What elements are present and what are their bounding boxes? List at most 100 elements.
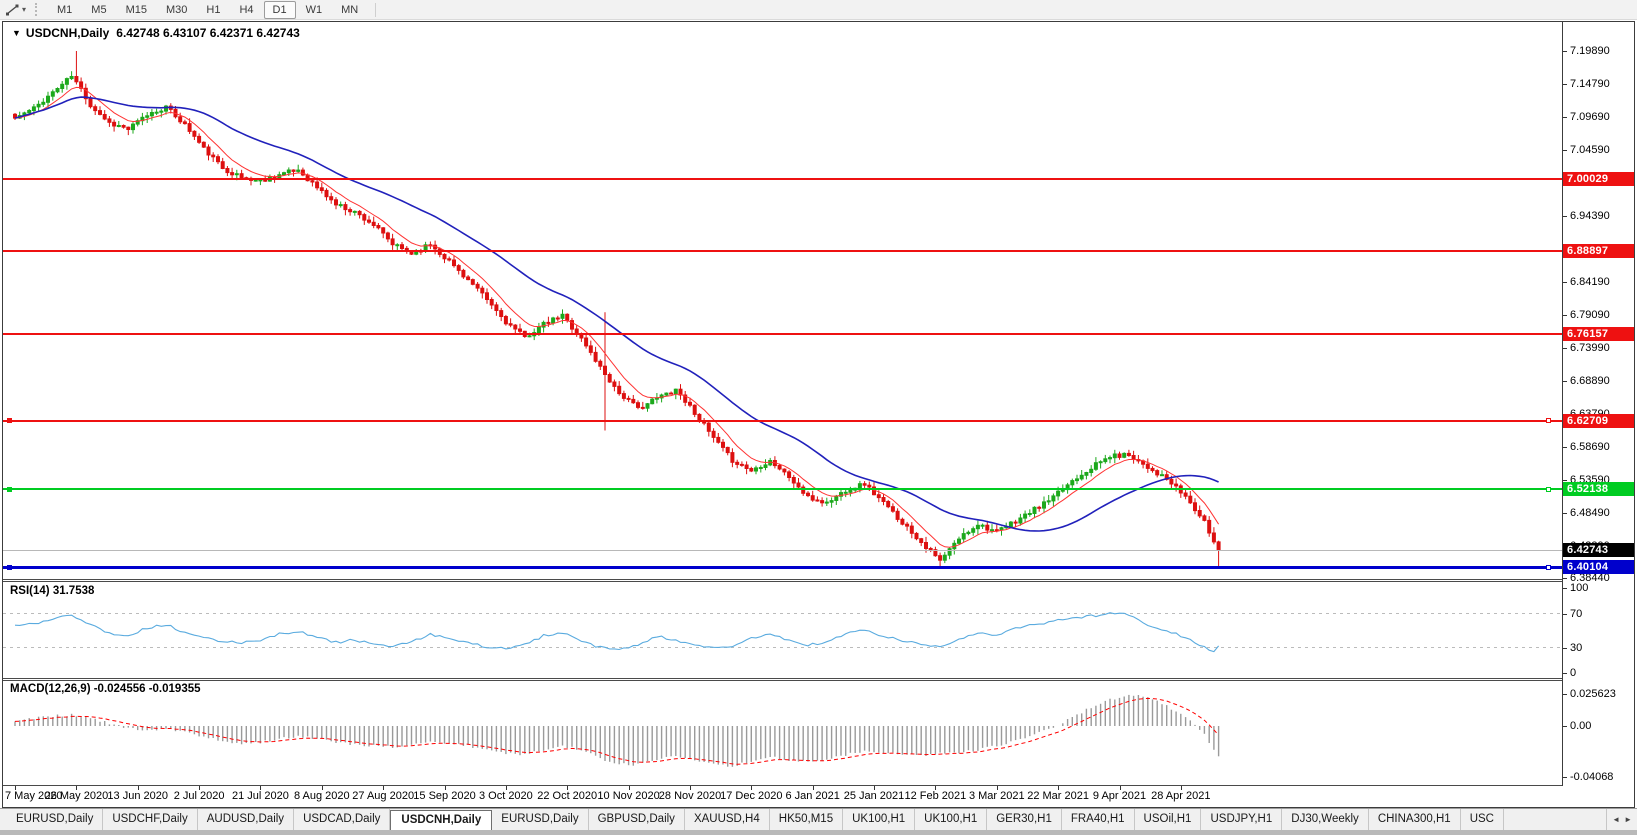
chart-tab-hk50-m15[interactable]: HK50,M15 [770,809,843,830]
price-tick-label: 6.79090 [1570,309,1610,321]
timeframe-button-h4[interactable]: H4 [230,1,262,19]
price-tick-label: 6.94390 [1570,210,1610,222]
hline-6.88897[interactable] [3,250,1562,252]
price-tick [1563,51,1567,52]
pane-separator[interactable] [3,678,1562,679]
price-tick [1563,480,1567,481]
hline-6.62709[interactable] [3,420,1562,422]
chart-tab-gbpusd-daily[interactable]: GBPUSD,Daily [589,809,685,830]
tab-scroll-left-icon[interactable]: ◄ [1612,815,1620,824]
timeframe-button-m30[interactable]: M30 [157,1,196,19]
date-label: 21 Jul 2020 [232,790,289,802]
price-label-6.62709: 6.62709 [1563,414,1634,428]
date-label: 3 Mar 2021 [969,790,1025,802]
hline-left-handle-6.52138[interactable] [7,487,12,492]
rsi-tick [1563,614,1567,615]
price-label-7.00029: 7.00029 [1563,172,1634,186]
price-tick-label: 6.58690 [1570,441,1610,453]
chart-title: ▼USDCNH,Daily6.42748 6.43107 6.42371 6.4… [12,26,300,40]
hline-left-handle-6.40104[interactable] [7,565,12,570]
chart-tab-audusd-daily[interactable]: AUDUSD,Daily [198,809,294,830]
hline-6.76157[interactable] [3,333,1562,335]
timeframe-button-m5[interactable]: M5 [82,1,115,19]
chart-tab-china300-h1[interactable]: CHINA300,H1 [1369,809,1461,830]
chart-tab-eurusd-daily[interactable]: EURUSD,Daily [492,809,588,830]
date-label: 17 Dec 2020 [720,790,782,802]
date-axis-separator [3,785,1562,786]
price-tick [1563,216,1567,217]
rsi-tick-label: 70 [1570,608,1582,620]
chart-tab-dj30-weekly[interactable]: DJ30,Weekly [1282,809,1369,830]
macd-tick [1563,726,1567,727]
date-label: 12 Feb 2021 [905,790,967,802]
pane-separator[interactable] [3,579,1562,580]
timeframe-button-w1[interactable]: W1 [297,1,332,19]
date-label: 2 Jul 2020 [174,790,225,802]
tab-scroll-arrows: ◄ ► [1606,809,1637,830]
tab-scroll-right-icon[interactable]: ► [1624,815,1632,824]
timeframe-button-d1[interactable]: D1 [264,1,296,19]
chart-ohlc-values: 6.42748 6.43107 6.42371 6.42743 [116,26,300,40]
hline-right-handle-6.62709[interactable] [1546,418,1551,423]
trendline-icon-glyph [5,3,20,17]
toolbar: ▾ M1M5M15M30H1H4D1W1MN [0,0,1637,20]
timeframe-button-h1[interactable]: H1 [197,1,229,19]
timeframe-button-m1[interactable]: M1 [48,1,81,19]
date-label: 6 Jan 2021 [785,790,839,802]
chart-tab-xauusd-h4[interactable]: XAUUSD,H4 [685,809,770,830]
chart-tab-usdcad-daily[interactable]: USDCAD,Daily [294,809,390,830]
hline-right-handle-6.52138[interactable] [1546,487,1551,492]
date-label: 26 May 2020 [45,790,109,802]
date-label: 22 Mar 2021 [1027,790,1089,802]
price-tick-label: 7.09690 [1570,111,1610,123]
hline-6.52138[interactable] [3,488,1562,490]
toolbar-grip[interactable] [35,3,40,16]
current-price-line [3,550,1562,551]
chart-tab-eurusd-daily[interactable]: EURUSD,Daily [7,809,103,830]
date-label: 13 Jun 2020 [107,790,168,802]
chart-tab-usdjpy-h1[interactable]: USDJPY,H1 [1201,809,1282,830]
price-tick [1563,84,1567,85]
price-label-6.88897: 6.88897 [1563,244,1634,258]
macd-label: MACD(12,26,9) -0.024556 -0.019355 [10,683,201,695]
chart-tab-usdcnh-daily[interactable]: USDCNH,Daily [390,810,492,830]
price-label-6.40104: 6.40104 [1563,560,1634,574]
chart-tab-uk100-h1[interactable]: UK100,H1 [915,809,987,830]
timeframe-button-m15[interactable]: M15 [117,1,156,19]
chart-tab-usdchf-daily[interactable]: USDCHF,Daily [103,809,197,830]
price-tick [1563,381,1567,382]
price-tick [1563,315,1567,316]
chart-tab-uk100-h1[interactable]: UK100,H1 [843,809,915,830]
price-tick-label: 7.14790 [1570,78,1610,90]
timeframe-group: M1M5M15M30H1H4D1W1MN [48,1,367,19]
hline-left-handle-6.62709[interactable] [7,418,12,423]
rsi-tick-label: 0 [1570,667,1576,679]
chart-window: ▼USDCNH,Daily6.42748 6.43107 6.42371 6.4… [2,21,1635,808]
toolbar-separator [375,3,376,17]
price-tick-label: 6.48490 [1570,507,1610,519]
chart-tab-usc[interactable]: USC [1461,809,1504,830]
toolbar-dropdown-caret[interactable]: ▾ [22,5,26,14]
chart-tab-ger30-h1[interactable]: GER30,H1 [987,809,1062,830]
price-tick-label: 7.19890 [1570,45,1610,57]
macd-tick [1563,694,1567,695]
price-tick [1563,578,1567,579]
hline-7.00029[interactable] [3,178,1562,180]
hline-6.40104[interactable] [3,566,1562,569]
date-label: 9 Apr 2021 [1093,790,1146,802]
chart-tab-usoil-h1[interactable]: USOil,H1 [1135,809,1202,830]
price-tick-label: 6.84190 [1570,276,1610,288]
date-label: 28 Nov 2020 [659,790,721,802]
hline-right-handle-6.40104[interactable] [1546,565,1551,570]
rsi-tick [1563,673,1567,674]
chart-collapse-caret[interactable]: ▼ [12,28,21,38]
rsi-tick-label: 30 [1570,642,1582,654]
timeframe-button-mn[interactable]: MN [332,1,367,19]
price-tick-label: 6.68890 [1570,375,1610,387]
date-label: 22 Oct 2020 [537,790,597,802]
date-label: 10 Nov 2020 [597,790,659,802]
price-tick [1563,513,1567,514]
chart-tab-fra40-h1[interactable]: FRA40,H1 [1062,809,1135,830]
macd-tick-label: 0.025623 [1570,688,1616,700]
trendline-cursor-icon[interactable] [5,2,20,18]
